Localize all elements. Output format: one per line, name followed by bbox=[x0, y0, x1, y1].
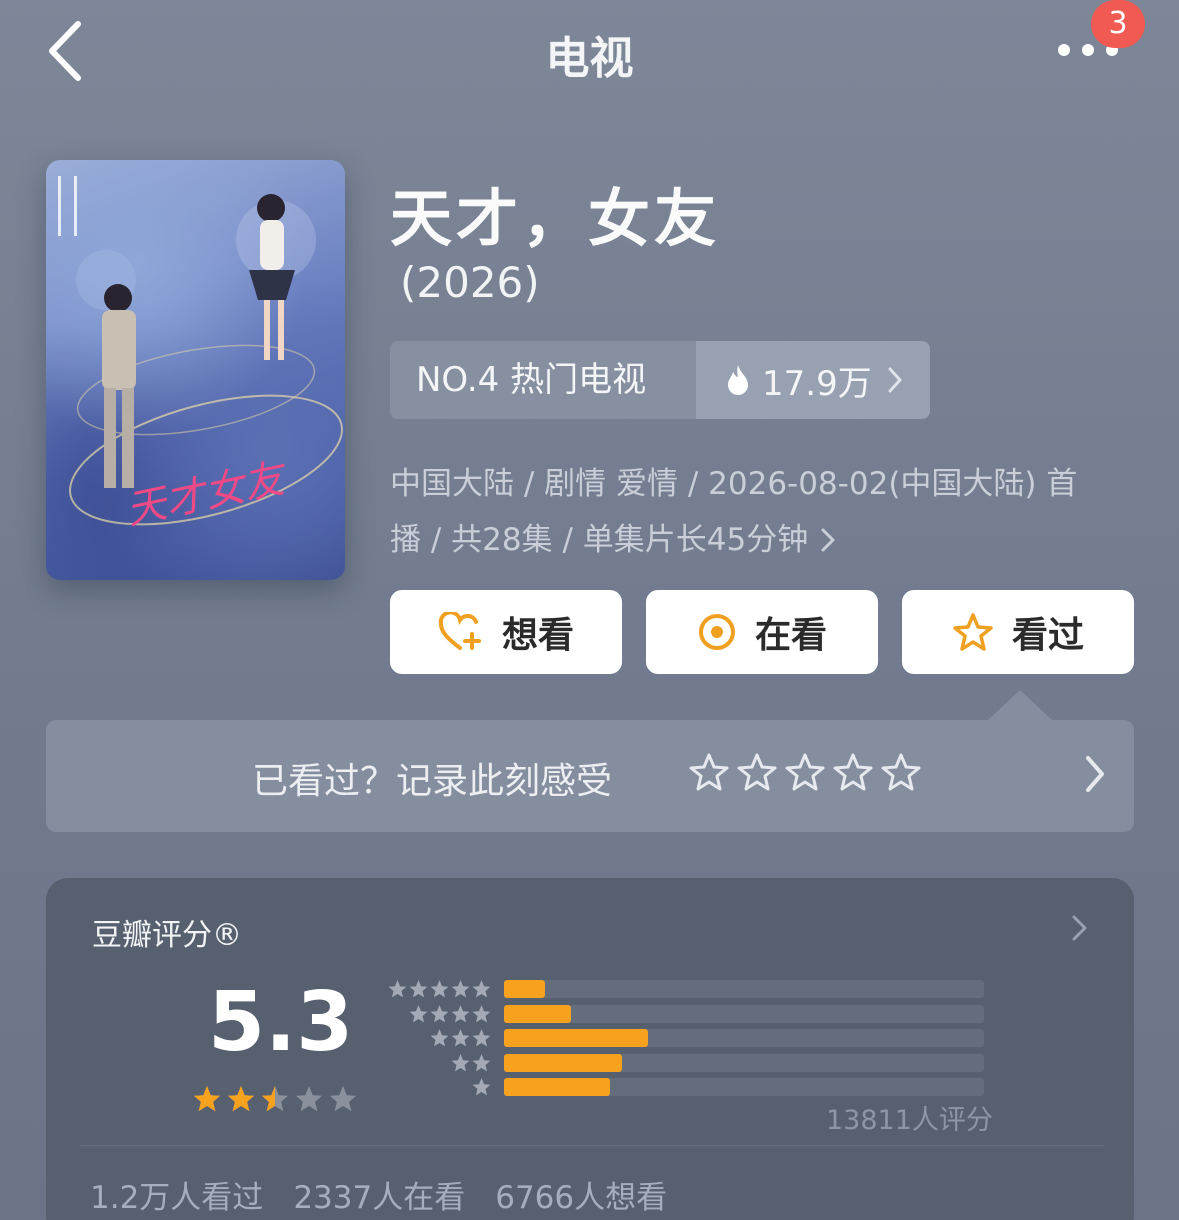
star-half-icon bbox=[261, 1085, 289, 1112]
chevron-right-icon bbox=[1086, 756, 1104, 792]
distribution-bar bbox=[504, 1029, 648, 1047]
distribution-track bbox=[504, 1078, 984, 1096]
distribution-row-4 bbox=[382, 1003, 984, 1025]
card-divider bbox=[80, 1145, 1104, 1146]
rate-stars[interactable] bbox=[688, 752, 922, 794]
distribution-stars bbox=[382, 1028, 492, 1048]
watching-label: 在看 bbox=[754, 615, 827, 656]
star-small-icon bbox=[430, 1004, 449, 1022]
star-outline-icon[interactable] bbox=[736, 752, 778, 794]
distribution-track bbox=[504, 980, 984, 998]
rating-count: 13811人评分 bbox=[826, 1105, 993, 1136]
rank-pill[interactable]: NO.4 热门电视 17.9万 bbox=[390, 341, 930, 419]
distribution-bar bbox=[504, 980, 545, 998]
star-small-icon bbox=[409, 980, 428, 998]
distribution-row-3 bbox=[382, 1027, 984, 1049]
star-empty-icon bbox=[329, 1085, 357, 1112]
chevron-right-icon bbox=[1072, 915, 1087, 941]
heat-section[interactable]: 17.9万 bbox=[696, 341, 930, 419]
star-outline-icon[interactable] bbox=[880, 752, 922, 794]
star-filled-icon bbox=[193, 1085, 221, 1112]
meta-line-2: 播 / 共28集 / 单集片长45分钟 bbox=[390, 512, 1130, 568]
star-small-icon bbox=[388, 980, 407, 998]
star-small-icon bbox=[451, 1029, 470, 1047]
star-small-icon bbox=[472, 1029, 491, 1047]
stat-watching[interactable]: 2337人在看 bbox=[293, 1172, 465, 1217]
star-outline-icon[interactable] bbox=[784, 752, 826, 794]
distribution-stars bbox=[382, 1004, 492, 1024]
distribution-row-1 bbox=[382, 1076, 984, 1098]
watching-button[interactable]: 在看 bbox=[646, 590, 878, 674]
star-outline-icon[interactable] bbox=[688, 752, 730, 794]
star-small-icon bbox=[451, 1004, 470, 1022]
star-small-icon bbox=[409, 1004, 428, 1022]
star-outline-icon bbox=[953, 613, 993, 651]
heat-value: 17.9万 bbox=[762, 363, 872, 404]
star-small-icon bbox=[472, 980, 491, 998]
distribution-stars bbox=[382, 1053, 492, 1073]
star-small-icon bbox=[472, 1004, 491, 1022]
distribution-bar bbox=[504, 1053, 622, 1072]
target-circle-icon bbox=[698, 614, 735, 650]
star-small-icon bbox=[451, 1053, 470, 1071]
distribution-track bbox=[504, 1004, 984, 1023]
star-filled-icon bbox=[227, 1085, 255, 1112]
want-to-watch-button[interactable]: 想看 bbox=[390, 590, 622, 674]
rate-caret bbox=[988, 690, 1052, 720]
show-year: (2026) bbox=[400, 258, 540, 307]
show-meta[interactable]: 中国大陆 / 剧情 爱情 / 2026-08-02(中国大陆) 首 播 / 共2… bbox=[390, 456, 1130, 568]
rate-prompt-chevron[interactable] bbox=[1080, 752, 1110, 800]
watch-stats: 1.2万人看过 2337人在看 6766人想看 bbox=[90, 1172, 667, 1217]
star-small-icon bbox=[472, 1078, 491, 1096]
rank-label: NO.4 热门电视 bbox=[416, 360, 647, 400]
star-small-icon bbox=[430, 1029, 449, 1047]
poster-image[interactable]: 天才女友 bbox=[46, 160, 345, 580]
watched-button[interactable]: 看过 bbox=[902, 590, 1134, 674]
page-title: 电视 bbox=[545, 33, 634, 84]
star-outline-icon[interactable] bbox=[832, 752, 874, 794]
distribution-track bbox=[504, 1029, 984, 1047]
stat-watched[interactable]: 1.2万人看过 bbox=[90, 1172, 263, 1217]
chevron-right-icon bbox=[821, 528, 835, 552]
notification-badge: 3 bbox=[1091, 0, 1145, 48]
distribution-bar bbox=[504, 1078, 610, 1096]
star-small-icon bbox=[451, 980, 470, 998]
douban-card-chevron[interactable] bbox=[1068, 912, 1092, 948]
distribution-track bbox=[504, 1053, 984, 1072]
rate-prompt-text: 已看过？记录此刻感受 bbox=[252, 761, 613, 802]
chevron-right-icon bbox=[888, 367, 902, 393]
distribution-bar bbox=[504, 1004, 572, 1023]
distribution-stars bbox=[382, 979, 492, 999]
star-small-icon bbox=[430, 980, 449, 998]
distribution-stars bbox=[382, 1077, 492, 1097]
star-empty-icon bbox=[295, 1085, 323, 1112]
score-stars bbox=[192, 1084, 358, 1114]
distribution-row-5 bbox=[382, 978, 984, 1000]
fire-icon bbox=[728, 365, 748, 395]
poster-title-text: 天才女友 bbox=[122, 455, 293, 534]
distribution-row-2 bbox=[382, 1052, 984, 1074]
meta-line-1: 中国大陆 / 剧情 爱情 / 2026-08-02(中国大陆) 首 bbox=[390, 466, 1078, 502]
show-title: 天才，女友 bbox=[390, 182, 721, 255]
star-small-icon bbox=[472, 1053, 491, 1071]
heart-plus-icon bbox=[438, 612, 481, 650]
poster-artwork: 天才女友 bbox=[58, 176, 343, 534]
douban-score: 5.3 bbox=[208, 975, 354, 1070]
want-label: 想看 bbox=[501, 615, 574, 656]
watched-label: 看过 bbox=[1011, 615, 1084, 656]
stat-want[interactable]: 6766人想看 bbox=[495, 1172, 667, 1217]
douban-card-title: 豆瓣评分® bbox=[92, 918, 242, 953]
